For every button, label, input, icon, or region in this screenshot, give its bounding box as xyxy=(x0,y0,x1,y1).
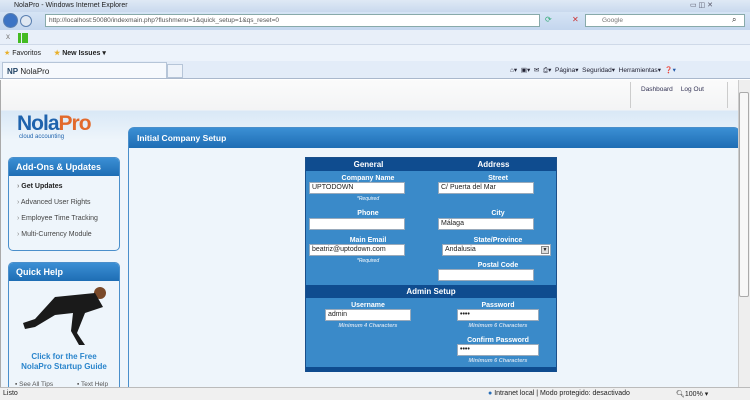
new-issues-link[interactable]: ★ New Issues ▾ xyxy=(54,49,106,57)
toolbar-row: x xyxy=(0,30,750,45)
addons-panel: Add-Ons & Updates Get Updates Advanced U… xyxy=(8,157,120,251)
username-label: Username xyxy=(351,302,385,309)
menu-tools[interactable]: Herramientas xyxy=(619,67,658,74)
city-label: City xyxy=(491,210,505,217)
forward-button[interactable] xyxy=(20,15,32,27)
street-input[interactable]: C/ Puerta del Mar xyxy=(438,182,534,194)
zoom-button[interactable]: 🔍︎100% ▾ xyxy=(676,390,708,398)
logout-link[interactable]: Log Out xyxy=(681,86,704,93)
window-title: NolaPro - Windows Internet Explorer xyxy=(0,0,750,12)
phone-input[interactable] xyxy=(309,218,405,230)
search-icon[interactable]: ⌕ xyxy=(732,15,736,25)
status-text: Listo xyxy=(3,390,18,397)
search-input[interactable]: Google xyxy=(585,14,745,27)
star-icon: ★ xyxy=(4,50,11,57)
status-bar: Listo ● Intranet local | Modo protegido:… xyxy=(0,387,750,400)
confirm-password-label: Confirm Password xyxy=(467,337,529,344)
startup-woman-image[interactable] xyxy=(15,285,115,350)
company-required-note: *Required xyxy=(356,196,380,202)
home-icon[interactable]: ⌂▾ xyxy=(510,67,517,74)
zoom-icon: 🔍︎ xyxy=(676,391,685,398)
back-button[interactable] xyxy=(3,13,18,28)
username-hint: Minimum 4 Characters xyxy=(338,323,398,329)
favorites-button[interactable]: ★ Favoritos xyxy=(4,49,41,57)
password-input[interactable]: •••• xyxy=(457,309,539,321)
refresh-icon[interactable]: ⟳ xyxy=(545,15,552,24)
sidebar-item-time-tracking[interactable]: Employee Time Tracking xyxy=(9,211,119,227)
general-header: General xyxy=(353,160,384,169)
addons-title: Add-Ons & Updates xyxy=(9,158,119,176)
state-select[interactable]: Andalusia ▼ xyxy=(442,244,551,256)
globe-icon: ● xyxy=(488,390,493,397)
setup-form: General Address Company Name UPTODOWN *Re… xyxy=(305,157,557,372)
form-footer xyxy=(306,367,556,372)
confirm-password-hint: Minimum 6 Characters xyxy=(468,358,528,364)
phone-label: Phone xyxy=(357,210,379,217)
favorites-bar: ★ Favoritos ★ New Issues ▾ xyxy=(0,45,750,61)
confirm-password-input[interactable]: •••• xyxy=(457,344,539,356)
street-label: Street xyxy=(488,175,508,182)
stop-icon[interactable]: ✕ xyxy=(572,15,579,24)
postal-label: Postal Code xyxy=(477,262,519,269)
menu-security[interactable]: Seguridad xyxy=(582,67,612,74)
sidebar-item-get-updates[interactable]: Get Updates xyxy=(9,179,119,195)
command-bar: ⌂▾ ▣▾ ✉ ⎙▾ Página▾ Seguridad▾ Herramient… xyxy=(510,67,676,74)
quickhelp-title: Quick Help xyxy=(9,263,119,281)
email-required-note: *Required xyxy=(356,258,380,264)
new-tab-button[interactable] xyxy=(167,64,183,78)
dashboard-link[interactable]: Dashboard xyxy=(641,86,673,93)
company-name-input[interactable]: UPTODOWN xyxy=(309,182,405,194)
chevron-down-icon[interactable]: ▼ xyxy=(541,246,549,254)
add-favorite-icon: ★ xyxy=(54,50,61,57)
admin-header: Admin Setup xyxy=(306,285,556,298)
address-header: Address xyxy=(477,160,510,169)
company-name-label: Company Name xyxy=(341,175,395,182)
menu-page[interactable]: Página xyxy=(555,67,575,74)
quickhelp-panel: Quick Help Click for the Free NolaPro Sta… xyxy=(8,262,120,392)
window-controls[interactable]: ▭ ◫ ✕ xyxy=(690,1,713,9)
password-hint: Minimum 6 Characters xyxy=(468,323,528,329)
sidebar-item-multi-currency[interactable]: Multi-Currency Module xyxy=(9,227,119,243)
email-input[interactable]: beatriz@uptodown.com xyxy=(309,244,405,256)
help-icon[interactable]: ❓▾ xyxy=(665,67,676,74)
logo[interactable]: NolaPro cloud accounting xyxy=(17,113,92,140)
username-input[interactable]: admin xyxy=(325,309,411,321)
email-label: Main Email xyxy=(349,237,387,244)
address-input[interactable]: http://localhost:50080/indexmain.php?flu… xyxy=(45,14,540,27)
signal-icon xyxy=(18,33,28,43)
feeds-icon[interactable]: ▣▾ xyxy=(521,67,530,74)
close-toolbar-icon[interactable]: x xyxy=(6,32,10,41)
top-nav: Dashboard Log Out xyxy=(630,82,728,108)
startup-guide-link[interactable]: Click for the Free NolaPro Startup Guide xyxy=(9,352,119,372)
city-input[interactable]: Málaga xyxy=(438,218,534,230)
zone-status: ● Intranet local | Modo protegido: desac… xyxy=(488,390,630,397)
page-title: Initial Company Setup xyxy=(129,128,739,148)
tab-nolapro[interactable]: NP NolaPro xyxy=(2,62,167,78)
sidebar-item-user-rights[interactable]: Advanced User Rights xyxy=(9,195,119,211)
state-label: State/Province xyxy=(473,237,523,244)
scrollbar-thumb[interactable] xyxy=(739,92,749,297)
print-icon[interactable]: ⎙▾ xyxy=(543,67,551,74)
mail-icon[interactable]: ✉ xyxy=(534,67,539,74)
password-label: Password xyxy=(481,302,515,309)
postal-input[interactable] xyxy=(438,269,534,281)
